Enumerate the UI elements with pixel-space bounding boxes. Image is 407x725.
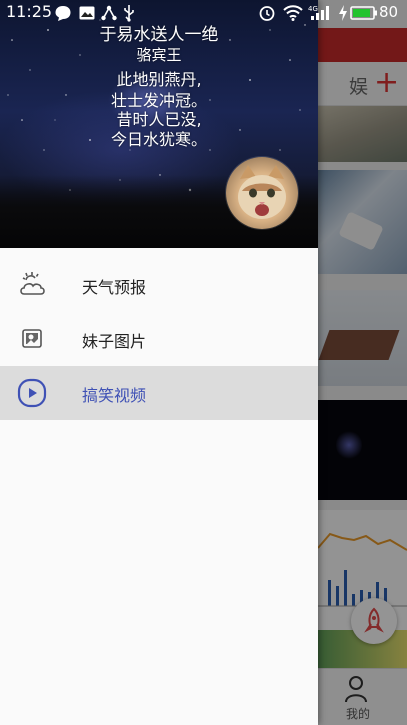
chat-bubble-icon: [55, 6, 71, 21]
svg-text:4G: 4G: [308, 5, 318, 13]
wifi-icon: [283, 5, 303, 21]
cat-face-icon: [238, 165, 286, 219]
drawer-header: 于易水送人一绝 骆宾王 此地别燕丹, 壮士发冲冠。 昔时人已没, 今日水犹寒。: [0, 0, 318, 248]
battery-icon: [350, 6, 377, 20]
menu-item-label: 天气预报: [82, 278, 147, 297]
avatar[interactable]: [226, 157, 298, 229]
poem-line: 今日水犹寒。: [110, 130, 207, 149]
menu-item-funny-videos[interactable]: 搞笑视频: [0, 366, 318, 420]
status-bar: 11:25 4G 80: [0, 0, 407, 26]
menu-item-label: 妹子图片: [82, 332, 147, 351]
alarm-clock-icon: [259, 6, 275, 21]
usb-icon: [124, 5, 134, 22]
menu-item-label: 搞笑视频: [82, 386, 147, 405]
navigation-drawer: 于易水送人一绝 骆宾王 此地别燕丹, 壮士发冲冠。 昔时人已没, 今日水犹寒。 …: [0, 0, 318, 725]
picture-icon: [22, 329, 42, 348]
play-icon: [17, 378, 47, 408]
cell-signal-icon: 4G: [308, 5, 329, 20]
image-notification-icon: [79, 6, 95, 20]
status-time: 11:25: [6, 2, 53, 21]
menu-item-pictures[interactable]: 妹子图片: [0, 312, 318, 366]
menu-item-weather[interactable]: 天气预报: [0, 258, 318, 312]
charging-bolt-icon: [339, 5, 347, 21]
weather-icon: [20, 272, 45, 295]
battery-level: 80: [379, 3, 399, 21]
share-icon: [101, 5, 117, 21]
poem-author: 骆宾王: [136, 46, 182, 64]
